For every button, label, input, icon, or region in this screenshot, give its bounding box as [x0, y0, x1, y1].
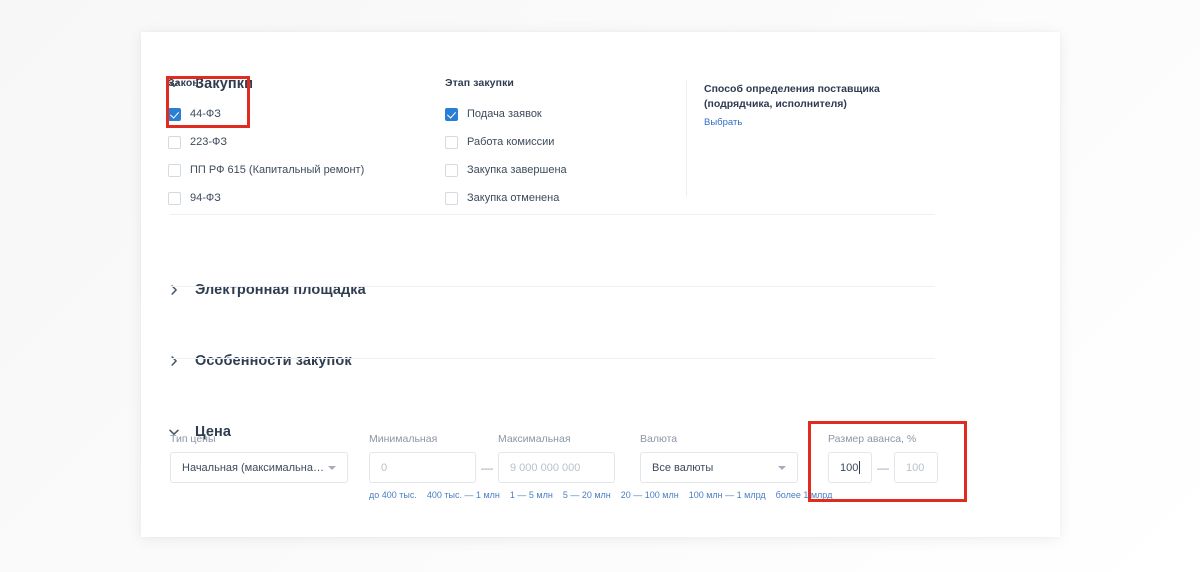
checkbox-label-223fz: 223-ФЗ	[190, 136, 228, 148]
quick-filter-6[interactable]: более 1 млрд	[776, 490, 833, 500]
price-max-label: Максимальная	[498, 433, 571, 445]
price-min-field: Минимальная 0 —	[369, 433, 498, 483]
advance-from-input[interactable]: 100	[828, 452, 872, 483]
chevron-right-icon[interactable]	[167, 354, 181, 368]
checkbox-zakupka-zavershena[interactable]	[445, 163, 458, 177]
price-type-field: Тип цены Начальная (максимальная) цена к…	[170, 433, 348, 483]
checkbox-row-podacha-zayavok[interactable]: Подача заявок	[445, 102, 695, 126]
stage-filter-group: Этап закупки Подача заявок Работа комисс…	[445, 77, 695, 214]
advance-from-value: 100	[840, 461, 859, 474]
checkbox-podacha-zayavok[interactable]	[445, 107, 458, 121]
checkbox-rabota-komissii[interactable]	[445, 135, 458, 149]
price-max-input[interactable]: 9 000 000 000	[498, 452, 615, 483]
currency-select[interactable]: Все валюты	[640, 452, 798, 483]
chevron-down-icon	[778, 465, 786, 470]
checkbox-row-223fz[interactable]: 223-ФЗ	[168, 130, 364, 154]
currency-value: Все валюты	[652, 461, 714, 474]
price-type-value: Начальная (максимальная) цена к...	[182, 461, 324, 474]
checkbox-zakupka-otmenena[interactable]	[445, 191, 458, 205]
quick-filter-4[interactable]: 20 — 100 млн	[621, 490, 679, 500]
filters-card: Закупки Закон 44-ФЗ 223-ФЗ ПП РФ 615 (Ка…	[141, 32, 1060, 537]
price-min-label: Минимальная	[369, 433, 438, 445]
price-max-field: Максимальная 9 000 000 000	[498, 433, 615, 483]
text-cursor	[859, 461, 860, 474]
chevron-down-icon	[328, 465, 336, 470]
advance-range-dash: —	[877, 460, 889, 475]
checkbox-row-94fz[interactable]: 94-ФЗ	[168, 186, 364, 210]
advance-label: Размер аванса, %	[828, 433, 917, 445]
checkbox-row-44fz[interactable]: 44-ФЗ	[168, 102, 364, 126]
currency-field: Валюта Все валюты	[640, 433, 798, 483]
stage-group-label: Этап закупки	[445, 77, 514, 89]
checkbox-label-podacha-zayavok: Подача заявок	[467, 108, 542, 120]
section-title-platform: Электронная площадка	[195, 282, 366, 298]
supplier-method-group: Способ определения поставщика (подрядчик…	[704, 82, 994, 130]
checkbox-row-zakupka-otmenena[interactable]: Закупка отменена	[445, 186, 695, 210]
divider-after-procurements	[170, 214, 935, 215]
price-quick-filters: до 400 тыс. 400 тыс. — 1 млн 1 — 5 млн 5 — …	[369, 487, 832, 503]
section-header-features[interactable]: Особенности закупок	[167, 353, 352, 369]
checkbox-label-rabota-komissii: Работа комиссии	[467, 136, 555, 148]
checkbox-label-zakupka-otmenena: Закупка отменена	[467, 192, 560, 204]
checkbox-row-rabota-komissii[interactable]: Работа комиссии	[445, 130, 695, 154]
price-type-select[interactable]: Начальная (максимальная) цена к...	[170, 452, 348, 483]
advance-to-input[interactable]: 100	[894, 452, 938, 483]
quick-filter-0[interactable]: до 400 тыс.	[369, 490, 417, 500]
supplier-method-select-link[interactable]: Выбрать	[704, 117, 742, 128]
checkbox-label-pprf615: ПП РФ 615 (Капитальный ремонт)	[190, 164, 365, 176]
currency-label: Валюта	[640, 433, 678, 445]
law-group-label: Закон	[168, 77, 199, 89]
checkbox-44fz[interactable]	[168, 107, 181, 121]
checkbox-223fz[interactable]	[168, 135, 181, 149]
checkbox-pprf615[interactable]	[168, 163, 181, 177]
advance-field: Размер аванса, % 100 — 100	[828, 433, 938, 483]
checkbox-row-pprf615[interactable]: ПП РФ 615 (Капитальный ремонт)	[168, 158, 364, 182]
column-divider	[686, 80, 687, 196]
supplier-method-title-line1: Способ определения поставщика	[704, 83, 880, 95]
checkbox-label-94fz: 94-ФЗ	[190, 192, 221, 204]
price-type-label: Тип цены	[170, 433, 216, 445]
divider-after-platform	[170, 286, 935, 287]
price-range-dash: —	[481, 460, 493, 475]
checkbox-94fz[interactable]	[168, 191, 181, 205]
section-title-features: Особенности закупок	[195, 353, 352, 369]
checkbox-row-zakupka-zavershena[interactable]: Закупка завершена	[445, 158, 695, 182]
supplier-method-title-line2: (подрядчика, исполнителя)	[704, 98, 847, 110]
divider-after-features	[170, 358, 935, 359]
quick-filter-2[interactable]: 1 — 5 млн	[510, 490, 553, 500]
section-header-platform[interactable]: Электронная площадка	[167, 282, 366, 298]
price-min-input[interactable]: 0	[369, 452, 476, 483]
checkbox-label-44fz: 44-ФЗ	[190, 108, 221, 120]
quick-filter-5[interactable]: 100 млн — 1 млрд	[689, 490, 766, 500]
quick-filter-1[interactable]: 400 тыс. — 1 млн	[427, 490, 500, 500]
checkbox-label-zakupka-zavershena: Закупка завершена	[467, 164, 567, 176]
quick-filter-3[interactable]: 5 — 20 млн	[563, 490, 611, 500]
